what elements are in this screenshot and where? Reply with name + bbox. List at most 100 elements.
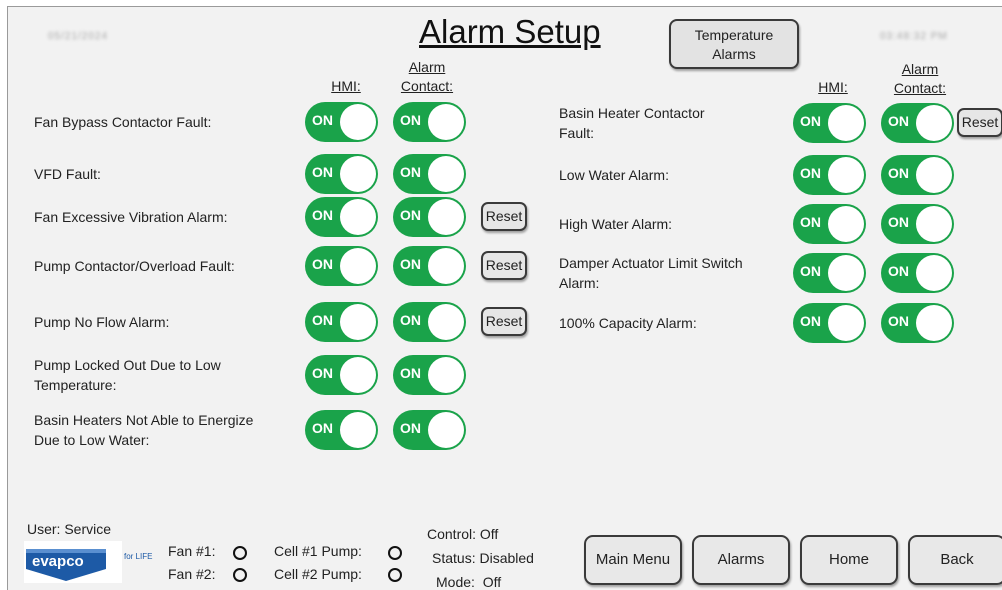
toggle-state-label: ON	[888, 263, 909, 279]
evapco-logo: evapco	[24, 541, 122, 583]
hmi-toggle[interactable]: ON	[305, 410, 378, 450]
alarm-label: Damper Actuator Limit Switch Alarm:	[559, 253, 743, 293]
home-button[interactable]: Home	[800, 535, 898, 585]
toggle-state-label: ON	[800, 313, 821, 329]
toggle-knob	[340, 412, 376, 448]
alarm-label-line: Low Water Alarm:	[559, 167, 669, 183]
toggle-state-label: ON	[888, 165, 909, 181]
alarm-label: Basin Heater Contactor Fault:	[559, 103, 705, 143]
alarm-label: Pump Locked Out Due to Low Temperature:	[34, 355, 221, 395]
fan2-label: Fan #2:	[168, 566, 216, 582]
hmi-toggle[interactable]: ON	[305, 355, 378, 395]
toggle-knob	[916, 206, 952, 242]
cell2-pump-status-indicator	[388, 568, 402, 582]
toggle-state-label: ON	[312, 207, 333, 223]
alarm-label: VFD Fault:	[34, 164, 101, 184]
fan1-status-indicator	[233, 546, 247, 560]
alarm-label-line: Fault:	[559, 125, 595, 141]
hmi-toggle[interactable]: ON	[793, 155, 866, 195]
toggle-state-label: ON	[400, 256, 421, 272]
alarm-label-line: High Water Alarm:	[559, 216, 673, 232]
alarm-contact-toggle[interactable]: ON	[393, 355, 466, 395]
toggle-state-label: ON	[400, 164, 421, 180]
alarm-contact-toggle[interactable]: ON	[393, 246, 466, 286]
alarm-label-line: Pump Contactor/Overload Fault:	[34, 258, 235, 274]
toggle-knob	[340, 248, 376, 284]
hmi-toggle[interactable]: ON	[793, 303, 866, 343]
evapco-logo-graphic: evapco	[24, 541, 122, 583]
fan1-label: Fan #1:	[168, 543, 216, 559]
toggle-state-label: ON	[312, 256, 333, 272]
alarm-label-line: Damper Actuator Limit Switch	[559, 255, 743, 271]
toggle-state-label: ON	[400, 207, 421, 223]
hmi-toggle[interactable]: ON	[793, 103, 866, 143]
alarm-label-line: VFD Fault:	[34, 166, 101, 182]
hmi-toggle[interactable]: ON	[305, 154, 378, 194]
toggle-state-label: ON	[888, 214, 909, 230]
left-hmi-header: HMI:	[331, 78, 361, 94]
back-button[interactable]: Back	[908, 535, 1002, 585]
temperature-alarms-button[interactable]: Temperature Alarms	[669, 19, 799, 69]
alarm-contact-toggle[interactable]: ON	[881, 303, 954, 343]
toggle-state-label: ON	[400, 312, 421, 328]
user-label: User: Service	[27, 521, 112, 537]
control-status: Control: Off	[427, 526, 499, 542]
hmi-toggle[interactable]: ON	[793, 253, 866, 293]
toggle-knob	[828, 105, 864, 141]
page-title: Alarm Setup	[419, 13, 601, 50]
toggle-state-label: ON	[312, 164, 333, 180]
alarm-header-line2: Contact:	[400, 78, 454, 94]
alarm-label: Fan Excessive Vibration Alarm:	[34, 207, 228, 227]
alarm-label: 100% Capacity Alarm:	[559, 313, 697, 333]
toggle-knob	[340, 304, 376, 340]
alarm-label: Low Water Alarm:	[559, 165, 669, 185]
hmi-toggle[interactable]: ON	[305, 246, 378, 286]
alarm-label-line: Fan Excessive Vibration Alarm:	[34, 209, 228, 225]
alarm-label-line: 100% Capacity Alarm:	[559, 315, 697, 331]
toggle-knob	[340, 357, 376, 393]
alarm-contact-toggle[interactable]: ON	[393, 102, 466, 142]
alarm-label-line: Basin Heaters Not Able to Energize	[34, 412, 254, 428]
toggle-knob	[340, 156, 376, 192]
toggle-state-label: ON	[888, 313, 909, 329]
alarm-label-line: Pump No Flow Alarm:	[34, 314, 170, 330]
reset-button[interactable]: Reset	[481, 202, 527, 231]
logo-tagline: for LIFE	[124, 552, 153, 561]
alarm-label-line: Basin Heater Contactor	[559, 105, 705, 121]
alarm-contact-toggle[interactable]: ON	[881, 103, 954, 143]
toggle-state-label: ON	[400, 420, 421, 436]
alarms-button[interactable]: Alarms	[692, 535, 790, 585]
toggle-state-label: ON	[312, 420, 333, 436]
hmi-toggle[interactable]: ON	[305, 197, 378, 237]
system-status: Status: Disabled	[432, 550, 534, 566]
alarm-contact-toggle[interactable]: ON	[393, 410, 466, 450]
alarm-contact-toggle[interactable]: ON	[881, 204, 954, 244]
alarm-contact-toggle[interactable]: ON	[393, 302, 466, 342]
time-display: 03:48:32 PM	[880, 31, 948, 42]
alarm-contact-toggle[interactable]: ON	[881, 155, 954, 195]
reset-button[interactable]: Reset	[957, 108, 1002, 137]
toggle-state-label: ON	[400, 365, 421, 381]
toggle-knob	[828, 206, 864, 242]
reset-button[interactable]: Reset	[481, 251, 527, 280]
right-hmi-header: HMI:	[818, 79, 848, 95]
reset-button[interactable]: Reset	[481, 307, 527, 336]
toggle-knob	[428, 156, 464, 192]
main-menu-button[interactable]: Main Menu	[584, 535, 682, 585]
alarm-contact-toggle[interactable]: ON	[393, 154, 466, 194]
alarm-label-line: Pump Locked Out Due to Low	[34, 357, 221, 373]
hmi-toggle[interactable]: ON	[305, 302, 378, 342]
toggle-knob	[916, 105, 952, 141]
toggle-knob	[828, 157, 864, 193]
hmi-toggle[interactable]: ON	[305, 102, 378, 142]
toggle-knob	[428, 199, 464, 235]
alarm-label-line: Due to Low Water:	[34, 432, 150, 448]
right-alarm-contact-header: Alarm Contact:	[890, 60, 950, 98]
toggle-knob	[916, 255, 952, 291]
hmi-toggle[interactable]: ON	[793, 204, 866, 244]
alarm-contact-toggle[interactable]: ON	[393, 197, 466, 237]
toggle-state-label: ON	[800, 113, 821, 129]
alarm-label-line: Fan Bypass Contactor Fault:	[34, 114, 212, 130]
cell1-pump-label: Cell #1 Pump:	[274, 543, 362, 559]
alarm-contact-toggle[interactable]: ON	[881, 253, 954, 293]
